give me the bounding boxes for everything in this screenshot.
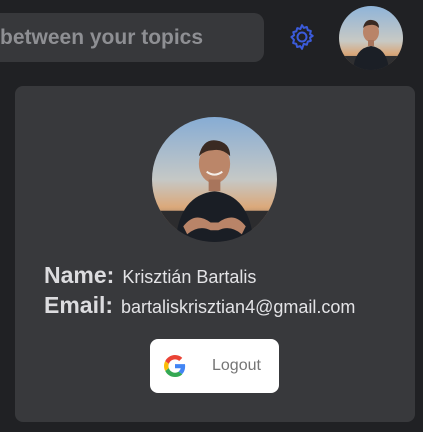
profile-panel: Name: Krisztián Bartalis Email: bartalis… [15,86,415,422]
name-value: Krisztián Bartalis [122,267,257,287]
top-bar: between your topics [0,0,423,76]
name-row: Name: Krisztián Bartalis [44,262,256,289]
logout-label: Logout [212,357,261,374]
gear-icon[interactable] [287,22,317,52]
email-value: bartaliskrisztian4@gmail.com [121,297,356,317]
logout-button[interactable]: Logout [150,339,279,393]
name-label: Name: [44,262,115,288]
profile-avatar [152,117,277,242]
search-placeholder: between your topics [0,25,204,49]
search-input[interactable]: between your topics [0,13,264,62]
avatar[interactable] [339,6,403,70]
google-icon [164,355,186,377]
email-row: Email: bartaliskrisztian4@gmail.com [44,292,355,319]
email-label: Email: [44,292,114,318]
